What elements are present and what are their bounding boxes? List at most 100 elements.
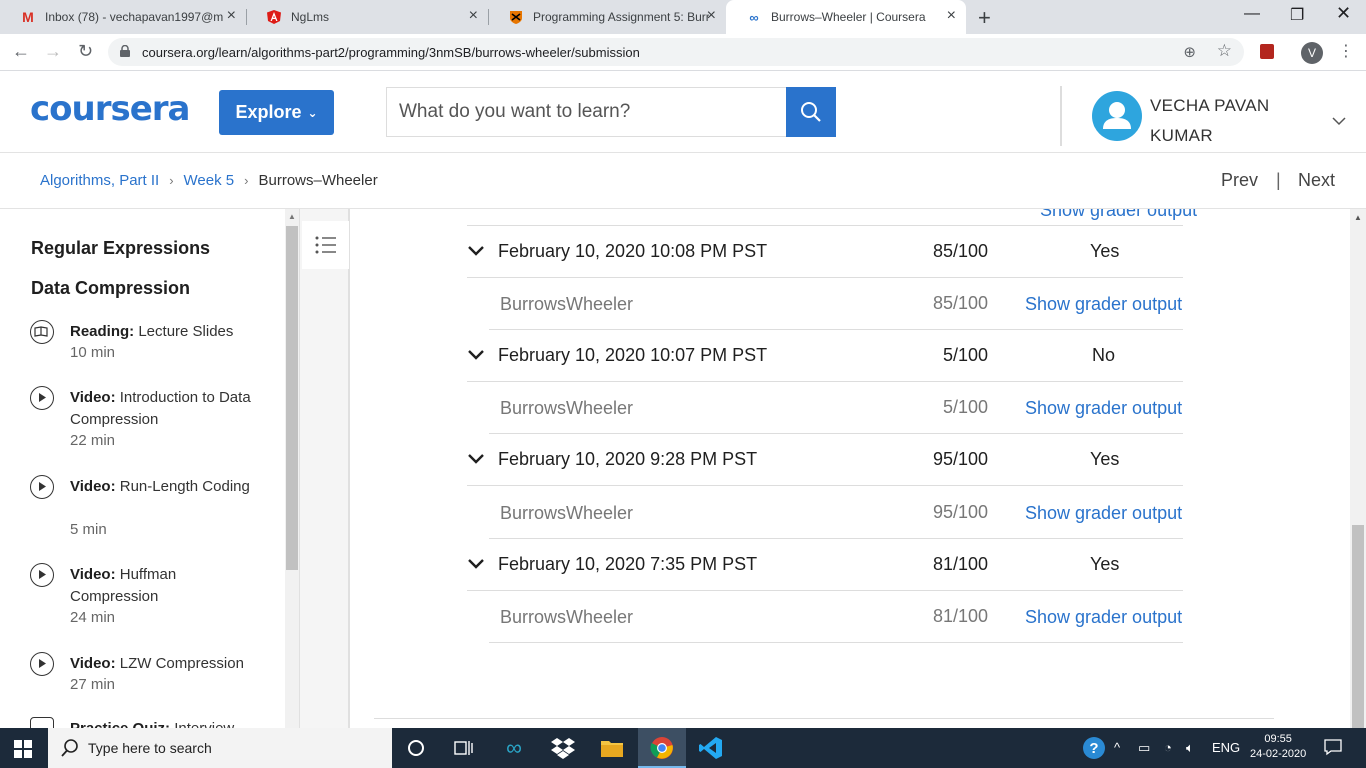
search-icon [801,102,821,122]
restore-icon[interactable]: ❐ [1290,5,1304,25]
section-heading[interactable]: Data Compression [31,278,190,299]
coursera-icon: ∞ [749,9,759,25]
close-tab-icon[interactable]: × [227,8,236,24]
notifications-icon[interactable] [1324,738,1342,759]
part-name: BurrowsWheeler [500,398,634,418]
explore-button[interactable]: Explore ⌄ [219,90,334,135]
taskbar-search-input[interactable]: Type here to search [48,728,392,768]
browser-tab-assignment[interactable]: Programming Assignment 5: Burr × [488,0,726,34]
breadcrumb-course[interactable]: Algorithms, Part II [40,172,159,189]
vscode-icon[interactable] [699,736,723,760]
browser-tab-nglms[interactable]: NgLms × [246,0,489,34]
show-grader-output-link[interactable]: Show grader output [1025,607,1182,628]
cortana-icon[interactable] [404,736,428,760]
prev-button[interactable]: Prev [1221,170,1258,191]
chevron-right-icon: › [244,173,249,188]
scrollbar-thumb[interactable] [286,226,298,570]
main-scrollbar[interactable]: ▲ [1350,209,1366,728]
back-icon[interactable]: ← [12,41,30,62]
search-button[interactable] [786,87,836,137]
extension-icon[interactable] [1260,44,1274,59]
language-indicator[interactable]: ENG [1212,740,1240,755]
user-avatar[interactable] [1092,91,1142,141]
part-name: BurrowsWheeler [500,607,634,627]
taskbar-search-placeholder: Type here to search [88,740,212,756]
chevron-down-icon[interactable] [1332,113,1346,129]
breadcrumb-current: Burrows–Wheeler [258,172,378,189]
quiz-icon [30,717,54,728]
gmail-icon: M [22,9,34,25]
address-bar[interactable]: coursera.org/learn/algorithms-part2/prog… [108,38,1244,66]
chevron-up-icon[interactable]: ^ [1114,740,1120,755]
toc-toggle-button[interactable] [302,221,349,269]
close-tab-icon[interactable]: × [947,8,956,24]
coursera-app-icon[interactable]: ∞ [502,735,526,760]
forward-icon[interactable]: → [44,41,62,62]
chevron-down-icon[interactable] [467,242,485,260]
file-explorer-icon[interactable] [600,736,624,760]
submission-row[interactable]: February 10, 2020 10:08 PM PST 85/100 Ye… [467,226,1183,278]
show-grader-output-link[interactable]: Show grader output [1025,294,1182,315]
user-name[interactable]: VECHA PAVAN KUMAR [1150,91,1300,151]
toc-panel [299,209,350,728]
chrome-icon[interactable] [650,736,674,760]
url-text: coursera.org/learn/algorithms-part2/prog… [142,45,640,60]
sidebar-item-huffman-compression[interactable]: Video: Huffman Compression 24 min [30,563,270,643]
browser-menu-icon[interactable]: ⋮ [1338,41,1354,61]
profile-avatar[interactable]: V [1301,42,1323,64]
browser-tab-strip: M Inbox (78) - vechapavan1997@m × NgLms … [0,0,1366,34]
item-label: Reading: Lecture Slides [70,323,234,340]
bookmark-star-icon[interactable]: ☆ [1217,41,1232,61]
show-grader-output-link[interactable]: Show grader output [1025,398,1182,419]
browser-tab-coursera[interactable]: ∞ Burrows–Wheeler | Coursera × [726,0,966,34]
sidebar-item-run-length-coding[interactable]: Video: Run-Length Coding 5 min [30,475,270,555]
coursera-logo[interactable]: coursera [30,89,190,129]
dropbox-icon[interactable] [551,736,575,760]
sidebar-item-lzw-compression[interactable]: Video: LZW Compression 27 min [30,652,270,712]
close-tab-icon[interactable]: × [707,8,716,24]
new-tab-icon[interactable]: + [978,5,991,31]
show-grader-output-link[interactable]: Show grader output [1025,503,1182,524]
princeton-icon [508,9,524,25]
chevron-right-icon: › [169,173,174,188]
submission-row[interactable]: February 10, 2020 7:35 PM PST 81/100 Yes [467,539,1183,591]
submission-passed: Yes [1090,241,1120,261]
sidebar-scrollbar[interactable]: ▲ [285,209,299,728]
zoom-icon[interactable]: ⊕ [1183,43,1196,61]
play-icon [30,475,54,499]
chevron-down-icon[interactable] [467,555,485,573]
window-close-icon[interactable]: ✕ [1336,3,1351,24]
volume-icon[interactable]: 🔈︎ [1186,740,1194,756]
battery-icon[interactable]: ▭ [1138,740,1150,756]
scroll-up-icon[interactable]: ▲ [1354,213,1362,222]
scroll-up-icon[interactable]: ▲ [288,212,296,221]
user-icon [1103,102,1131,129]
divider [374,718,1274,719]
svg-text:?: ? [1089,740,1098,757]
section-heading[interactable]: Regular Expressions [31,238,210,259]
reload-icon[interactable]: ↻ [78,41,93,62]
sidebar-item-intro-data-compression[interactable]: Video: Introduction to Data Compression … [30,386,270,466]
help-icon[interactable]: ? [1082,736,1106,763]
next-button[interactable]: Next [1298,170,1335,191]
chevron-down-icon[interactable] [467,346,485,364]
submission-row[interactable]: February 10, 2020 9:28 PM PST 95/100 Yes [467,434,1183,486]
minimize-icon[interactable]: — [1244,5,1260,23]
scrollbar-thumb[interactable] [1352,525,1364,728]
taskbar-clock[interactable]: 09:55 24-02-2020 [1250,732,1306,762]
part-score: 5/100 [942,397,988,417]
close-tab-icon[interactable]: × [469,8,478,24]
chevron-down-icon[interactable] [467,450,485,468]
show-grader-output-link-partial[interactable]: Show grader output [1040,209,1197,221]
wifi-icon[interactable]: ◔ [1164,740,1172,755]
task-view-icon[interactable] [452,736,476,760]
search-input[interactable]: What do you want to learn? [386,87,786,137]
submission-score: 81/100 [932,554,988,574]
sidebar-item-lecture-slides[interactable]: Reading: Lecture Slides 10 min [30,320,270,380]
windows-start-icon[interactable] [14,740,32,758]
sidebar-item-practice-quiz[interactable]: Practice Quiz: Interview [30,717,270,728]
breadcrumb-week[interactable]: Week 5 [184,172,235,189]
submission-date: February 10, 2020 7:35 PM PST [498,554,758,574]
submission-row[interactable]: February 10, 2020 10:07 PM PST 5/100 No [467,330,1183,382]
browser-tab-gmail[interactable]: M Inbox (78) - vechapavan1997@m × [0,0,247,34]
